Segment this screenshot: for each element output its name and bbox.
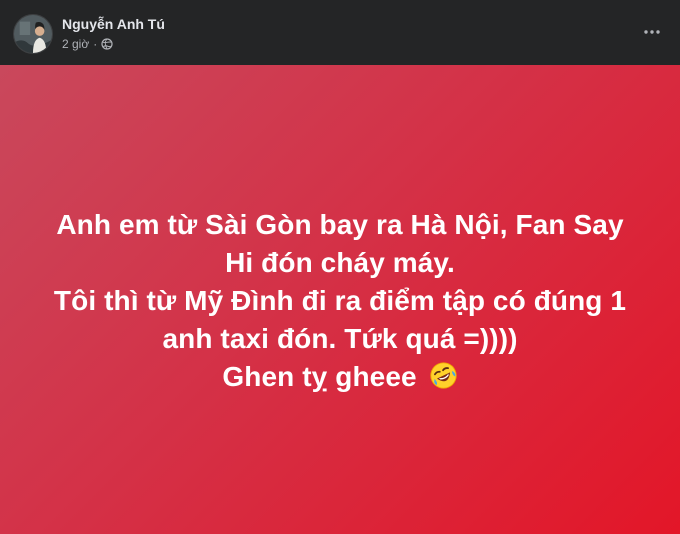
post-text-line: Tôi thì từ Mỹ Đình đi ra điểm tập có đún…: [53, 285, 627, 316]
post-text-line: Hi đón cháy máy.: [225, 247, 455, 278]
post-content: Anh em từ Sài Gòn bay ra Hà Nội, Fan Say…: [0, 65, 680, 534]
post-metadata: 2 giờ ·: [62, 36, 113, 52]
meta-separator: ·: [93, 37, 98, 51]
post-text-last-line: Ghen tỵ gheee: [40, 358, 640, 396]
more-options-button[interactable]: [636, 16, 668, 48]
more-horizontal-icon: [642, 22, 662, 42]
rolling-on-floor-laughing-icon: [429, 361, 458, 390]
post-time[interactable]: 2 giờ: [62, 36, 89, 52]
globe-icon[interactable]: [101, 38, 113, 50]
post-text-line: anh taxi đón. Tứk quá =)))): [162, 323, 518, 354]
post-text: Anh em từ Sài Gòn bay ra Hà Nội, Fan Say…: [40, 206, 640, 396]
post-text-line: Ghen tỵ gheee: [222, 361, 417, 392]
author-avatar[interactable]: [13, 14, 53, 54]
post-header: Nguyễn Anh Tú 2 giờ ·: [0, 0, 680, 65]
author-name[interactable]: Nguyễn Anh Tú: [62, 15, 165, 33]
post-text-line: Anh em từ Sài Gòn bay ra Hà Nội, Fan Say: [56, 209, 624, 240]
